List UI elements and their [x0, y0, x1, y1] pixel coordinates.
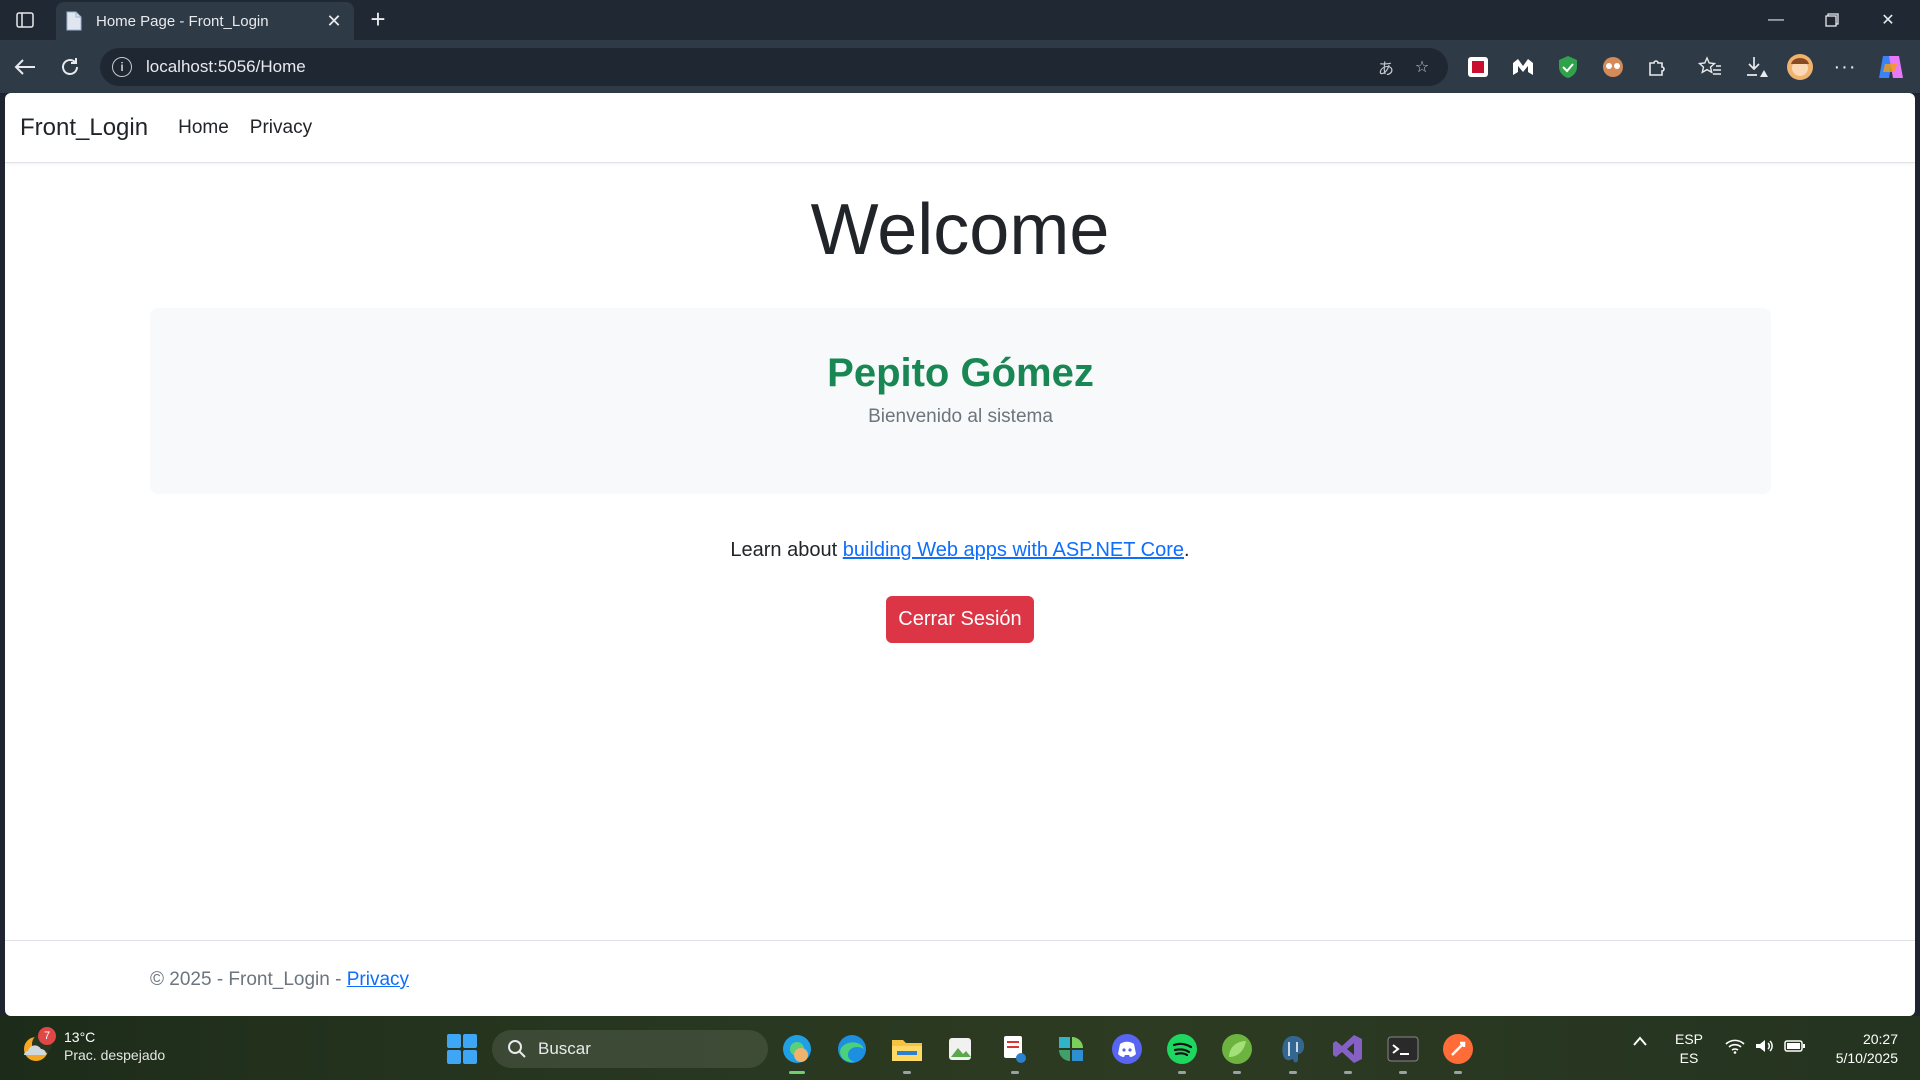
malwarebytes-icon[interactable]	[1508, 52, 1538, 82]
shield-extension-icon[interactable]	[1553, 52, 1583, 82]
translate-icon[interactable]: あ	[1372, 53, 1400, 81]
image-viewer-icon[interactable]	[943, 1032, 977, 1066]
learn-suffix: .	[1184, 539, 1190, 561]
profile-avatar[interactable]	[1785, 52, 1815, 82]
weather-description: Prac. despejado	[64, 1047, 166, 1063]
address-bar[interactable]: i localhost:5056/Home あ ☆	[100, 48, 1448, 86]
url-text[interactable]: localhost:5056/Home	[146, 57, 1364, 77]
widgets-app-icon[interactable]	[1054, 1032, 1088, 1066]
weather-moon-icon: 7	[20, 1027, 56, 1063]
weather-badge: 7	[38, 1027, 56, 1045]
clock-time: 20:27	[1862, 1031, 1898, 1047]
visual-studio-icon[interactable]	[1331, 1032, 1365, 1074]
welcome-subtitle: Bienvenido al sistema	[868, 406, 1053, 427]
spring-tools-icon[interactable]	[1220, 1032, 1254, 1074]
nav-link-home[interactable]: Home	[178, 117, 229, 139]
snipping-tool-icon[interactable]	[998, 1032, 1032, 1074]
sidebar-toggle-icon[interactable]	[12, 8, 38, 32]
extensions-puzzle-icon[interactable]	[1643, 52, 1673, 82]
page-viewport: Front_Login Home Privacy Welcome Pepito …	[5, 93, 1915, 1016]
edge-app-icon[interactable]	[835, 1032, 869, 1066]
language-indicator[interactable]: ESP ES	[1672, 1030, 1706, 1068]
search-icon	[508, 1040, 526, 1058]
page-icon	[66, 11, 84, 31]
footer-text: © 2025 - Front_Login - Privacy	[150, 969, 409, 991]
browser-toolbar: i localhost:5056/Home あ ☆ ···	[0, 40, 1920, 93]
weather-widget[interactable]: 7 13°C Prac. despejado	[20, 1027, 166, 1064]
browser-titlebar: Home Page - Front_Login ✕ + — ✕	[0, 0, 1920, 40]
tab-title: Home Page - Front_Login	[96, 12, 269, 30]
site-info-icon[interactable]: i	[112, 57, 132, 77]
battery-icon[interactable]	[1784, 1038, 1806, 1057]
spotify-icon[interactable]	[1165, 1032, 1199, 1074]
search-placeholder: Buscar	[538, 1039, 591, 1058]
volume-icon[interactable]	[1754, 1038, 1774, 1057]
edge-profile-app-icon[interactable]	[780, 1032, 814, 1074]
terminal-icon[interactable]	[1386, 1032, 1420, 1074]
nav-link-privacy[interactable]: Privacy	[250, 117, 312, 139]
favorites-icon[interactable]	[1695, 52, 1725, 82]
logout-button[interactable]: Cerrar Sesión	[886, 596, 1034, 643]
minimize-icon[interactable]: —	[1754, 6, 1798, 34]
downloads-icon[interactable]	[1741, 52, 1771, 82]
footer-copyright: © 2025 - Front_Login -	[150, 969, 347, 990]
site-footer: © 2025 - Front_Login - Privacy	[5, 940, 1915, 1016]
reload-icon[interactable]	[55, 52, 85, 82]
site-navbar: Front_Login Home Privacy	[5, 93, 1915, 163]
site-brand-link[interactable]: Front_Login	[20, 114, 148, 142]
back-arrow-icon[interactable]	[10, 52, 40, 82]
language-code: ESP	[1674, 1031, 1703, 1047]
restore-icon[interactable]	[1810, 6, 1854, 34]
user-card: Pepito Gómez Bienvenido al sistema	[150, 308, 1771, 494]
user-name: Pepito Gómez	[827, 351, 1094, 395]
new-tab-button[interactable]: +	[364, 6, 392, 34]
avatar-extension-icon[interactable]	[1598, 52, 1628, 82]
footer-privacy-link[interactable]: Privacy	[347, 969, 409, 990]
learn-paragraph: Learn about building Web apps with ASP.N…	[5, 539, 1915, 562]
pdf-extension-icon[interactable]	[1463, 52, 1493, 82]
aspnet-docs-link[interactable]: building Web apps with ASP.NET Core	[843, 539, 1184, 561]
clock-date: 5/10/2025	[1835, 1050, 1898, 1066]
page-title: Welcome	[810, 190, 1110, 270]
wifi-icon[interactable]	[1725, 1038, 1745, 1057]
weather-temperature: 13°C	[64, 1029, 96, 1045]
keyboard-layout: ES	[1679, 1050, 1699, 1066]
chevron-up-icon[interactable]	[1632, 1034, 1648, 1050]
taskbar-search[interactable]: Buscar	[492, 1030, 768, 1068]
copilot-icon[interactable]	[1876, 52, 1906, 82]
file-explorer-icon[interactable]	[890, 1032, 924, 1074]
discord-icon[interactable]	[1110, 1032, 1144, 1066]
favorite-star-icon[interactable]: ☆	[1408, 53, 1436, 81]
windows-taskbar: 7 13°C Prac. despejado Buscar ESP ES 20:…	[0, 1016, 1920, 1080]
more-menu-icon[interactable]: ···	[1830, 52, 1860, 82]
windows-start-icon[interactable]	[447, 1034, 477, 1064]
system-clock[interactable]: 20:27 5/10/2025	[1826, 1030, 1898, 1068]
tab-close-icon[interactable]: ✕	[324, 11, 344, 32]
tab-home-page[interactable]: Home Page - Front_Login ✕	[56, 2, 354, 40]
learn-prefix: Learn about	[730, 539, 843, 561]
postman-icon[interactable]	[1441, 1032, 1475, 1074]
postgresql-icon[interactable]	[1276, 1032, 1310, 1074]
close-window-icon[interactable]: ✕	[1866, 6, 1910, 34]
